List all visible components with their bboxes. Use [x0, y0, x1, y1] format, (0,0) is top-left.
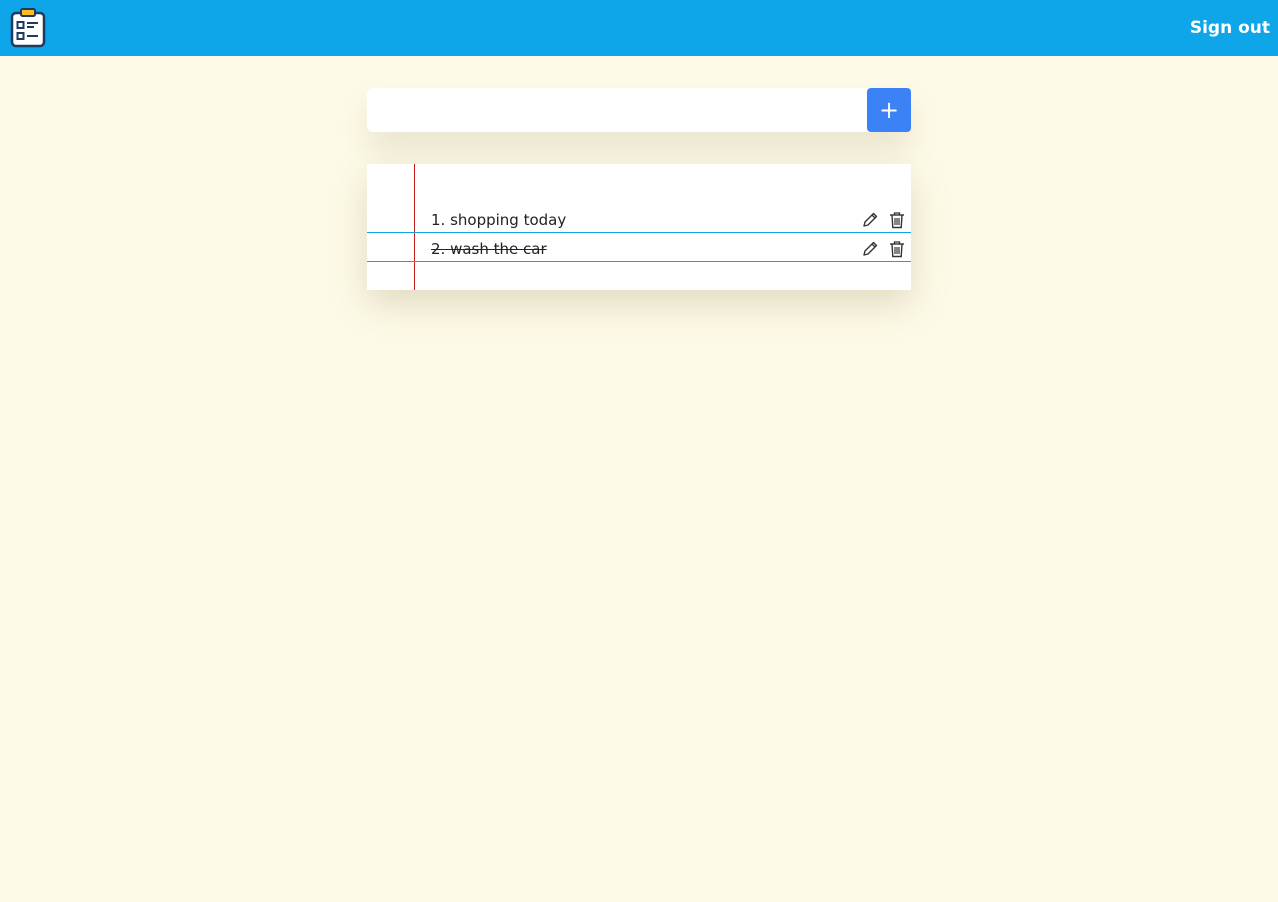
- trash-icon[interactable]: [889, 240, 907, 258]
- list-item: 1. shopping today: [367, 205, 911, 234]
- add-todo-button[interactable]: +: [867, 88, 911, 132]
- pencil-icon[interactable]: [861, 211, 879, 229]
- sign-out-button[interactable]: Sign out: [1190, 17, 1270, 39]
- todo-text[interactable]: 1. shopping today: [431, 210, 566, 230]
- trash-icon[interactable]: [889, 211, 907, 229]
- todo-text[interactable]: 2. wash the car: [431, 239, 547, 259]
- add-todo-form: +: [367, 88, 911, 132]
- clipboard-list-icon: [10, 8, 46, 48]
- new-todo-input[interactable]: [367, 88, 867, 132]
- todo-list: 1. shopping today 2. wash the car: [367, 164, 911, 290]
- list-item: 2. wash the car: [367, 234, 911, 263]
- top-bar: Sign out: [0, 0, 1278, 56]
- pencil-icon[interactable]: [861, 240, 879, 258]
